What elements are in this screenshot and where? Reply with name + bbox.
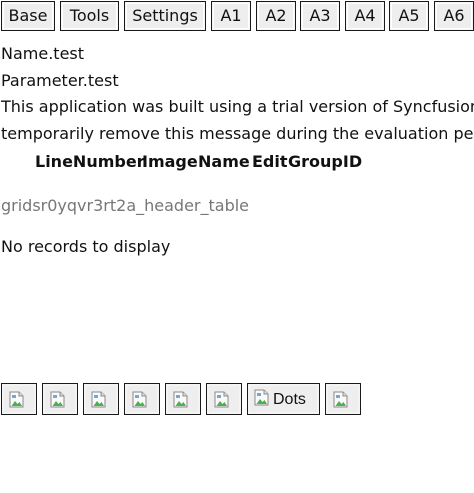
column-header-name[interactable]: Name [198, 151, 252, 173]
base-button[interactable]: Base [1, 1, 55, 31]
column-header-groupid[interactable]: GroupID [288, 151, 362, 173]
image-button-2[interactable] [42, 383, 78, 415]
column-header-image[interactable]: Image [142, 151, 198, 173]
dots-alt-text: Dots [273, 391, 306, 408]
trial-notice-line-1: This application was built using a trial… [1, 97, 474, 116]
image-button-6[interactable] [206, 383, 242, 415]
column-header-edit[interactable]: Edit [252, 151, 288, 173]
broken-image-icon [132, 391, 147, 408]
grid-header-table-id: gridsr0yqvr3rt2a_header_table [1, 196, 250, 215]
broken-image-icon [173, 391, 188, 408]
a5-button[interactable]: A5 [389, 1, 429, 31]
dots-image-button[interactable]: Dots [247, 383, 320, 415]
image-button-3[interactable] [83, 383, 119, 415]
image-button-5[interactable] [165, 383, 201, 415]
broken-image-icon [91, 391, 106, 408]
a4-button[interactable]: A4 [345, 1, 385, 31]
a1-button[interactable]: A1 [211, 1, 251, 31]
broken-image-icon [9, 391, 24, 408]
trial-notice-line-2: temporarily remove this message during t… [1, 124, 474, 143]
top-toolbar: Base Tools Settings A1 A2 A3 A4 A5 A6 [0, 1, 474, 32]
a3-button[interactable]: A3 [300, 1, 340, 31]
broken-image-icon [254, 389, 269, 406]
parameter-text: Parameter.test [1, 71, 119, 90]
column-header-linenumber[interactable]: LineNumber [35, 151, 145, 173]
name-text: Name.test [1, 44, 85, 63]
broken-image-icon [333, 391, 348, 408]
image-button-4[interactable] [124, 383, 160, 415]
a6-button[interactable]: A6 [434, 1, 474, 31]
settings-button[interactable]: Settings [124, 1, 206, 31]
grid-header-row: LineNumberImageName EditGroupID [35, 151, 362, 173]
tools-button[interactable]: Tools [60, 1, 119, 31]
broken-image-icon [50, 391, 65, 408]
grid-empty-message: No records to display [1, 237, 171, 256]
image-button-1[interactable] [1, 383, 37, 415]
a2-button[interactable]: A2 [256, 1, 296, 31]
image-button-7[interactable] [325, 383, 361, 415]
broken-image-icon [214, 391, 229, 408]
